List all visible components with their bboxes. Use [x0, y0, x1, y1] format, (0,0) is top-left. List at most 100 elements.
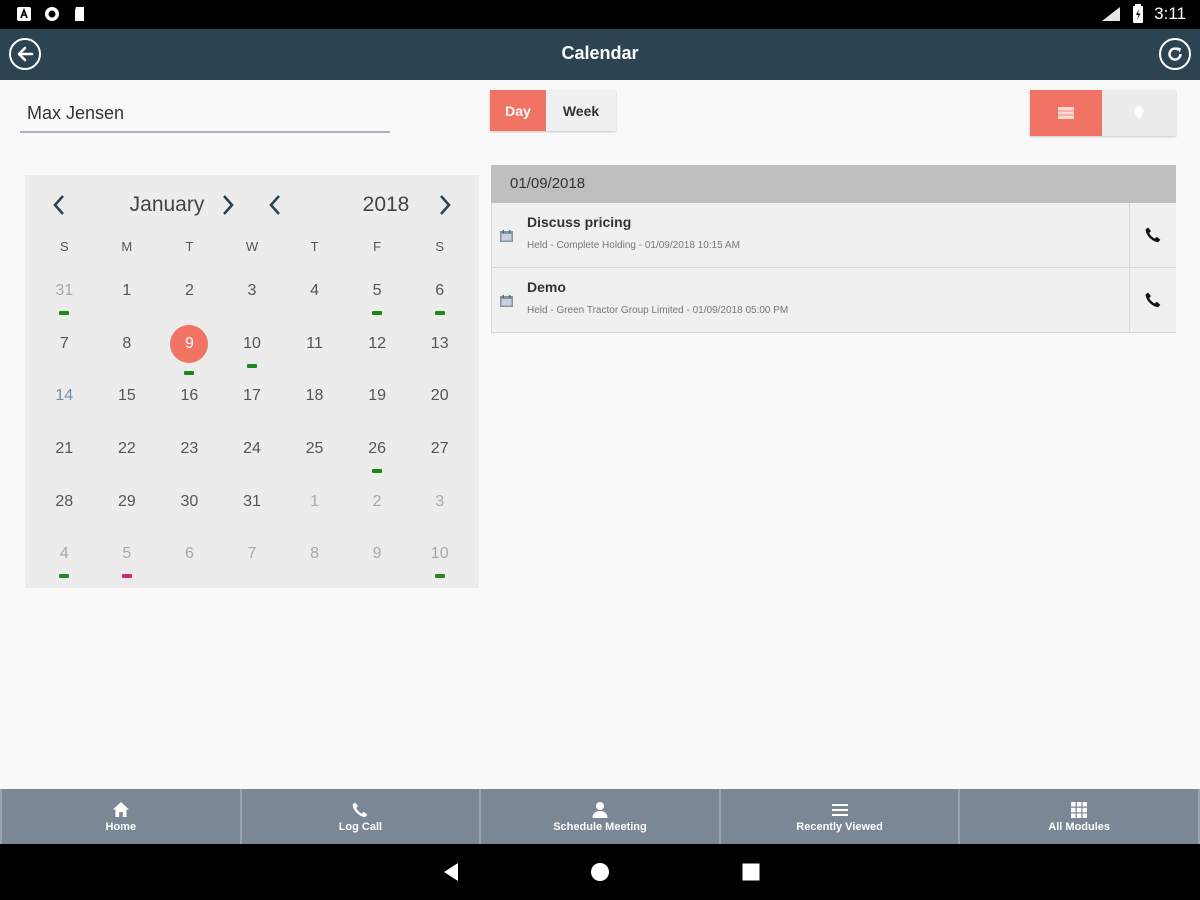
day-number: 4 — [310, 282, 320, 299]
day-number: 7 — [247, 545, 257, 563]
calendar-day[interactable]: 22 — [96, 430, 159, 483]
day-number: 9 — [372, 545, 382, 563]
calendar-day[interactable]: 6 — [408, 272, 471, 325]
events-date-header: 01/09/2018 — [491, 165, 1176, 203]
calendar-day[interactable]: 4 — [33, 535, 96, 588]
next-month-button[interactable] — [216, 191, 240, 219]
app-header: Calendar — [0, 29, 1200, 80]
calendar-day[interactable]: 1 — [96, 272, 159, 325]
calendar-day[interactable]: 7 — [33, 325, 96, 378]
contact-name-input[interactable] — [20, 92, 390, 133]
event-title: Demo — [527, 279, 566, 295]
calendar-day[interactable]: 12 — [346, 325, 409, 378]
calendar-day[interactable]: 29 — [96, 483, 159, 536]
system-back-icon[interactable] — [441, 862, 461, 882]
day-number: 21 — [55, 440, 74, 458]
day-tab[interactable]: Day — [490, 90, 546, 131]
prev-year-button[interactable] — [263, 191, 287, 219]
nav-recently-viewed[interactable]: Recently Viewed — [721, 789, 961, 844]
day-number: 1 — [310, 492, 320, 510]
calendar-day[interactable]: 18 — [283, 377, 346, 430]
nav-all-modules[interactable]: All Modules — [960, 789, 1200, 844]
nav-label: All Modules — [1048, 820, 1111, 833]
day-number: 17 — [243, 387, 261, 405]
events-list: 01/09/2018 Discuss pricing Held - Comple… — [491, 165, 1176, 333]
calendar-day[interactable]: 7 — [221, 535, 284, 588]
calendar-day[interactable]: 4 — [283, 272, 346, 325]
calendar-day[interactable]: 9 — [346, 535, 409, 588]
call-button[interactable] — [1129, 203, 1176, 267]
calendar-day[interactable]: 31 — [33, 272, 96, 325]
event-row[interactable]: Discuss pricing Held - Complete Holding … — [491, 203, 1176, 268]
system-recents-icon[interactable] — [741, 862, 761, 882]
calendar-day[interactable]: 20 — [408, 377, 471, 430]
day-number: 3 — [435, 492, 445, 510]
calendar-day[interactable]: 23 — [158, 430, 221, 483]
calendar-day[interactable]: 15 — [96, 377, 159, 430]
calendar-day[interactable]: 26 — [346, 430, 409, 483]
calendar-day[interactable]: 3 — [221, 272, 284, 325]
day-number: 16 — [180, 387, 199, 405]
day-number: 5 — [122, 545, 132, 563]
day-number: 2 — [372, 492, 382, 510]
calendar-day[interactable]: 1 — [283, 483, 346, 536]
calendar-day-selected[interactable]: 9 — [158, 324, 221, 378]
next-year-button[interactable] — [433, 191, 457, 219]
calendar-day[interactable]: 3 — [408, 483, 471, 536]
week-tab[interactable]: Week — [546, 90, 616, 131]
calendar-day[interactable]: 2 — [346, 483, 409, 536]
calendar-day[interactable]: 31 — [221, 483, 284, 536]
calendar-day[interactable]: 19 — [346, 377, 409, 430]
event-indicator — [372, 469, 383, 474]
calendar-day[interactable]: 14 — [33, 377, 96, 430]
calendar-day[interactable]: 24 — [221, 430, 284, 483]
calendar-day[interactable]: 28 — [33, 483, 96, 536]
day-number: 6 — [184, 545, 194, 563]
day-number: 28 — [55, 492, 74, 510]
calendar-day[interactable]: 2 — [158, 272, 221, 325]
calendar-day[interactable]: 27 — [408, 430, 471, 483]
day-number: 18 — [305, 387, 324, 405]
day-number: 11 — [306, 334, 323, 352]
weekday-header: S M T W T F S — [33, 239, 471, 254]
event-subtitle: Held - Complete Holding - 01/09/2018 10:… — [527, 240, 740, 251]
calendar-day[interactable]: 25 — [283, 430, 346, 483]
day-number: 20 — [430, 387, 449, 405]
calendar-day[interactable]: 21 — [33, 430, 96, 483]
weekday-label: F — [373, 239, 382, 254]
day-number: 8 — [310, 545, 320, 563]
prev-month-button[interactable] — [47, 191, 71, 219]
calendar-day[interactable]: 6 — [158, 535, 221, 588]
day-number: 31 — [55, 282, 74, 299]
nav-log-call[interactable]: Log Call — [242, 789, 482, 844]
day-number: 23 — [180, 440, 199, 458]
calendar-day[interactable]: 13 — [408, 325, 471, 378]
calendar-day[interactable]: 8 — [96, 325, 159, 378]
weekday-label: W — [245, 239, 259, 254]
calendar-day[interactable]: 16 — [158, 377, 221, 430]
grid-icon — [1071, 801, 1088, 818]
calendar-day[interactable]: 10 — [408, 535, 471, 588]
calendar-day[interactable]: 5 — [346, 272, 409, 325]
event-row[interactable]: Demo Held - Green Tractor Group Limited … — [491, 268, 1176, 333]
map-pin-icon — [1134, 106, 1144, 120]
calendar-day[interactable]: 11 — [283, 325, 346, 378]
list-view-button[interactable] — [1030, 90, 1102, 136]
calendar-day[interactable]: 10 — [221, 325, 284, 378]
nav-home[interactable]: Home — [0, 789, 242, 844]
nav-schedule-meeting[interactable]: Schedule Meeting — [481, 789, 721, 844]
calendar-day[interactable]: 17 — [221, 377, 284, 430]
event-indicator — [372, 311, 383, 315]
calendar-day[interactable]: 30 — [158, 483, 221, 536]
map-view-button[interactable] — [1102, 90, 1176, 136]
refresh-icon — [1168, 47, 1182, 61]
system-home-icon[interactable] — [590, 862, 610, 882]
refresh-button[interactable] — [1159, 38, 1191, 70]
call-button[interactable] — [1129, 268, 1176, 332]
day-number: 29 — [117, 492, 136, 510]
calendar-day[interactable]: 5 — [96, 535, 159, 588]
calendar-day[interactable]: 8 — [283, 535, 346, 588]
chevron-left-icon — [53, 195, 64, 215]
event-indicator — [59, 574, 70, 579]
home-icon — [112, 801, 129, 817]
